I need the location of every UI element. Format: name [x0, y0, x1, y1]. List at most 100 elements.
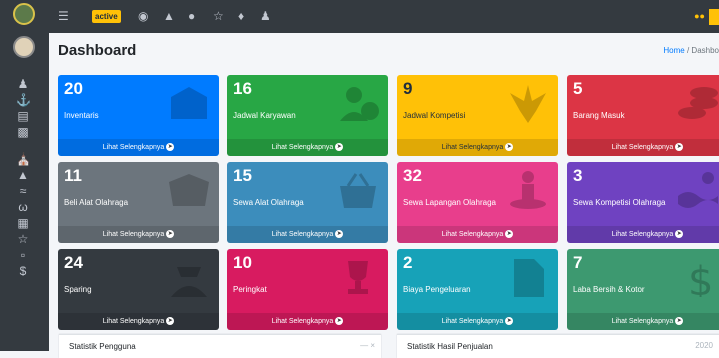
stat-box-label: Biaya Pengeluaran — [403, 285, 471, 294]
inbox-icon[interactable]: ▩ — [16, 125, 30, 139]
tachometer-icon[interactable]: ◉ — [138, 9, 148, 23]
card-title: Statistik Pengguna — [69, 342, 136, 351]
arrow-circle-right-icon: ➤ — [675, 230, 684, 239]
user-stats-card: Statistik Pengguna — × — [59, 334, 381, 358]
stat-box: 7 Laba Bersih & Kotor $ Lihat Selengkapnya ➤ — [567, 249, 719, 330]
anchor-icon[interactable]: ⚓ — [16, 93, 31, 107]
stat-box: 11 Beli Alat Olahraga Lihat Selengkapnya ➤ — [58, 162, 219, 243]
more-info-label: Lihat Selengkapnya — [102, 144, 165, 151]
more-info-label: Lihat Selengkapnya — [441, 144, 504, 151]
more-info-label: Lihat Selengkapnya — [611, 144, 674, 151]
trophy-icon — [348, 261, 368, 294]
basket-icon — [340, 173, 376, 208]
card-year[interactable]: 2020 — [695, 341, 713, 350]
more-info-link[interactable]: Lihat Selengkapnya ➤ — [397, 313, 558, 330]
dollar-sign-icon: $ — [688, 259, 713, 297]
stat-box-label: Barang Masuk — [573, 111, 625, 120]
user-menu-icon[interactable]: ●● — [694, 11, 705, 21]
breadcrumb-current: Dashbo — [691, 46, 719, 55]
store-icon[interactable]: ● — [188, 9, 195, 23]
active-badge[interactable]: active — [92, 10, 121, 23]
brand-logo[interactable] — [13, 3, 35, 25]
more-info-label: Lihat Selengkapnya — [271, 231, 334, 238]
more-info-link[interactable]: Lihat Selengkapnya ➤ — [567, 226, 719, 243]
card-title: Statistik Hasil Penjualan — [407, 342, 493, 351]
jedi-icon — [510, 85, 546, 123]
more-info-link[interactable]: Lihat Selengkapnya ➤ — [58, 313, 219, 330]
more-info-link[interactable]: Lihat Selengkapnya ➤ — [567, 313, 719, 330]
hamburger-menu-icon[interactable]: ☰ — [58, 9, 69, 23]
more-info-label: Lihat Selengkapnya — [441, 231, 504, 238]
stat-box: 16 Jadwal Karyawan Lihat Selengkapnya ➤ — [227, 75, 388, 156]
stat-box: 2 Biaya Pengeluaran Lihat Selengkapnya ➤ — [397, 249, 558, 330]
store-icon[interactable]: ⛪ — [16, 152, 31, 166]
user-secret-icon — [171, 267, 207, 297]
arrow-circle-right-icon: ➤ — [505, 230, 514, 239]
more-info-label: Lihat Selengkapnya — [611, 231, 674, 238]
stat-box-count: 10 — [233, 253, 252, 272]
stat-box-count: 16 — [233, 79, 252, 98]
trophy-icon[interactable]: ☆ — [16, 232, 30, 246]
stat-box-label: Jadwal Karyawan — [233, 111, 296, 120]
dollar-icon[interactable]: $ — [16, 264, 30, 278]
file-invoice-dollar-icon — [514, 259, 544, 297]
stat-box-label: Sewa Alat Olahraga — [233, 198, 304, 207]
more-info-label: Lihat Selengkapnya — [102, 318, 165, 325]
arrow-circle-right-icon: ➤ — [675, 317, 684, 326]
stat-box: 20 Inventaris Lihat Selengkapnya ➤ — [58, 75, 219, 156]
top-navbar: ☰ active ◉ ▲ ● ☆ ♦ ♟ ●● — [49, 0, 719, 33]
stat-box: 10 Peringkat Lihat Selengkapnya ➤ — [227, 249, 388, 330]
svg-text:$: $ — [688, 259, 713, 297]
stat-box: 15 Sewa Alat Olahraga Lihat Selengkapnya ➤ — [227, 162, 388, 243]
building-icon[interactable]: ▦ — [16, 216, 30, 230]
stat-box-label: Inventaris — [64, 111, 99, 120]
card-tools[interactable]: — × — [360, 341, 375, 350]
swimmer-icon[interactable]: ≈ — [16, 184, 30, 198]
breadcrumb: Home / Dashbo — [663, 46, 719, 55]
stat-box-count: 24 — [64, 253, 83, 272]
stat-box-label: Laba Bersih & Kotor — [573, 285, 645, 294]
stat-box: 32 Sewa Lapangan Olahraga Lihat Selengkapn… — [397, 162, 558, 243]
home-icon[interactable]: ▲ — [163, 9, 175, 23]
arrow-circle-right-icon: ➤ — [505, 317, 514, 326]
stat-box-label: Sparing — [64, 285, 92, 294]
stat-box-label: Beli Alat Olahraga — [64, 198, 129, 207]
user-avatar[interactable] — [13, 36, 35, 58]
arrow-circle-right-icon: ➤ — [166, 230, 175, 239]
stat-box-count: 11 — [64, 166, 82, 185]
users-icon[interactable]: ♟ — [16, 77, 30, 91]
swimmer-icon — [678, 172, 718, 208]
sidebar: ♟ ⚓ ▤ ▩ ⛪ ▲ ≈ ω ▦ ☆ ▫ $ — [0, 0, 49, 351]
more-info-label: Lihat Selengkapnya — [102, 231, 165, 238]
more-info-link[interactable]: Lihat Selengkapnya ➤ — [567, 139, 719, 156]
coins-icon — [678, 87, 718, 119]
running-icon[interactable]: ▲ — [16, 168, 30, 182]
tags-icon — [171, 87, 207, 119]
user-icon[interactable]: ☆ — [213, 9, 224, 23]
stat-box: 3 Sewa Kompetisi Olahraga Lihat Selengkapn… — [567, 162, 719, 243]
more-info-link[interactable]: Lihat Selengkapnya ➤ — [227, 139, 388, 156]
more-info-link[interactable]: Lihat Selengkapnya ➤ — [58, 226, 219, 243]
arrow-circle-right-icon: ➤ — [675, 143, 684, 152]
stat-box-label: Jadwal Kompetisi — [403, 111, 466, 120]
more-info-link[interactable]: Lihat Selengkapnya ➤ — [397, 226, 558, 243]
users-icon[interactable]: ♦ — [238, 9, 244, 23]
stat-box: 9 Jadwal Kompetisi Lihat Selengkapnya ➤ — [397, 75, 558, 156]
more-info-link[interactable]: Lihat Selengkapnya ➤ — [397, 139, 558, 156]
user-alt-icon[interactable]: ♟ — [260, 9, 271, 23]
breadcrumb-home-link[interactable]: Home — [663, 46, 684, 55]
more-info-link[interactable]: Lihat Selengkapnya ➤ — [58, 139, 219, 156]
stat-box-label: Peringkat — [233, 285, 267, 294]
content-header: Dashboard Home / Dashbo — [49, 33, 719, 65]
stat-box: 24 Sparing Lihat Selengkapnya ➤ — [58, 249, 219, 330]
file-icon[interactable]: ▤ — [16, 109, 30, 123]
medal-icon[interactable]: ω — [16, 200, 30, 214]
arrow-circle-right-icon: ➤ — [335, 230, 344, 239]
receipt-icon[interactable]: ▫ — [16, 248, 30, 262]
more-info-link[interactable]: Lihat Selengkapnya ➤ — [227, 226, 388, 243]
user-dropdown-button[interactable] — [709, 9, 719, 25]
arrow-circle-right-icon: ➤ — [166, 143, 175, 152]
stat-box-label: Sewa Lapangan Olahraga — [403, 198, 496, 207]
more-info-label: Lihat Selengkapnya — [271, 318, 334, 325]
more-info-link[interactable]: Lihat Selengkapnya ➤ — [227, 313, 388, 330]
